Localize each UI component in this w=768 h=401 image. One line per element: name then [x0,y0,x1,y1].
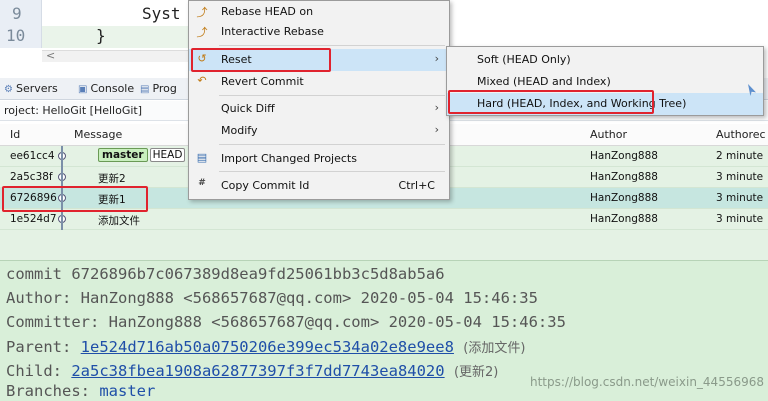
annotation-box-selected-commit [2,186,148,212]
submenu-arrow-icon: › [434,101,439,114]
tab-console[interactable]: ▣ Console [78,82,134,95]
menu-item-label: Revert Commit [221,75,304,88]
commit-time: 3 minute [716,213,764,225]
menu-item-copy-commit-id[interactable]: # Copy Commit Id Ctrl+C [189,175,449,197]
revert-icon: ↶ [197,74,207,87]
menu-item-import-changed-projects[interactable]: ▤ Import Changed Projects [189,148,449,170]
import-projects-icon: ▤ [196,151,208,164]
child-note: (更新2) [453,365,499,380]
scroll-left-icon[interactable]: < [46,49,55,62]
shortcut-label: Ctrl+C [398,179,435,192]
menu-item-revert-commit[interactable]: ↶ Revert Commit [189,71,449,93]
detail-commit: commit 6726896b7c067389d8ea9fd25061bb3c5… [6,265,445,283]
menu-item-label: Mixed (HEAD and Index) [477,75,611,88]
commit-author: HanZong888 [590,171,658,183]
parent-prefix: Parent: [6,338,81,356]
menu-item-reset-soft[interactable]: Soft (HEAD Only) [447,49,763,71]
head-badge: HEAD [149,148,186,162]
table-row[interactable]: 1e524d7 添加文件 HanZong888 3 minute [0,209,768,230]
menu-separator [219,95,445,96]
line-number: 10 [6,26,26,45]
submenu-arrow-icon: › [434,52,439,65]
branches-value[interactable]: master [99,382,155,400]
branch-badge-master: master [98,148,148,162]
tab-servers[interactable]: ⚙ Servers [4,82,58,95]
menu-separator [219,171,445,172]
commit-time: 3 minute [716,171,764,183]
commit-id: 1e524d7 [10,213,57,225]
history-table-empty-area [0,230,768,260]
code-text: } [96,26,106,45]
sha-copy-icon: # [198,178,206,188]
detail-branches: Branches: master [6,382,155,400]
tab-label: Servers [15,82,58,95]
commit-time: 3 minute [716,192,764,204]
menu-separator [219,144,445,145]
column-header-message[interactable]: Message [74,128,122,141]
history-context-menu: ⤴ Rebase HEAD on ⤴ Interactive Rebase ↺ … [188,0,450,200]
column-header-authored[interactable]: Authorec [716,128,766,141]
code-text: Syst [142,4,181,23]
menu-item-interactive-rebase[interactable]: ⤴ Interactive Rebase [189,21,449,43]
horizontal-scrollbar[interactable]: < [42,49,190,62]
submenu-arrow-icon: › [434,123,439,136]
progress-icon: ▤ [140,84,150,95]
console-icon: ▣ [78,84,88,95]
menu-item-label: Quick Diff [221,102,275,115]
column-header-author[interactable]: Author [590,128,627,141]
child-hash-link[interactable]: 2a5c38fbea1908a62877397f3f7dd7743ea84020 [71,362,444,380]
column-header-id[interactable]: Id [10,128,20,141]
menu-item-label: Copy Commit Id [221,179,310,192]
detail-parent: Parent: 1e524d716ab50a0750206e399ec534a0… [6,337,525,356]
menu-item-label: Rebase HEAD on [221,5,314,18]
child-prefix: Child: [6,362,72,380]
branches-prefix: Branches: [6,382,100,400]
commit-message: 添加文件 [98,215,140,227]
tab-label: Prog [152,82,177,95]
rebase-icon: ⤴ [196,6,208,19]
menu-item-label: Soft (HEAD Only) [477,53,571,66]
tab-progress[interactable]: ▤ Prog [140,82,177,95]
commit-author: HanZong888 [590,213,658,225]
commit-refs: master HEAD [98,148,186,162]
menu-item-label: Interactive Rebase [221,25,324,38]
menu-separator [219,45,445,46]
annotation-box-reset [191,48,331,72]
line-number-gutter: 9 10 [0,0,42,48]
menu-item-label: Import Changed Projects [221,152,357,165]
watermark-text: https://blog.csdn.net/weixin_44556968 [529,375,764,389]
project-label: roject: HelloGit [HelloGit] [4,104,143,117]
menu-item-quick-diff[interactable]: Quick Diff › [189,98,449,120]
interactive-rebase-icon: ⤴ [196,26,208,39]
commit-id: 2a5c38f [10,171,53,183]
parent-hash-link[interactable]: 1e524d716ab50a0750206e399ec534a02e8e9ee8 [81,338,454,356]
annotation-box-reset-hard [448,90,654,114]
menu-item-label: Modify [221,124,258,137]
detail-author: Author: HanZong888 <568657687@qq.com> 20… [6,289,538,307]
commit-message: 更新2 [98,173,126,185]
tab-label: Console [90,82,135,95]
detail-committer: Committer: HanZong888 <568657687@qq.com>… [6,313,566,331]
commit-author: HanZong888 [590,150,658,162]
line-number: 9 [12,4,22,23]
parent-note: (添加文件) [463,341,526,356]
commit-author: HanZong888 [590,192,658,204]
servers-icon: ⚙ [4,84,13,95]
detail-child: Child: 2a5c38fbea1908a62877397f3f7dd7743… [6,361,498,380]
menu-item-rebase-head[interactable]: ⤴ Rebase HEAD on [189,1,449,23]
menu-item-modify[interactable]: Modify › [189,120,449,142]
commit-time: 2 minute [716,150,764,162]
commit-id: ee61cc4 [10,150,55,162]
